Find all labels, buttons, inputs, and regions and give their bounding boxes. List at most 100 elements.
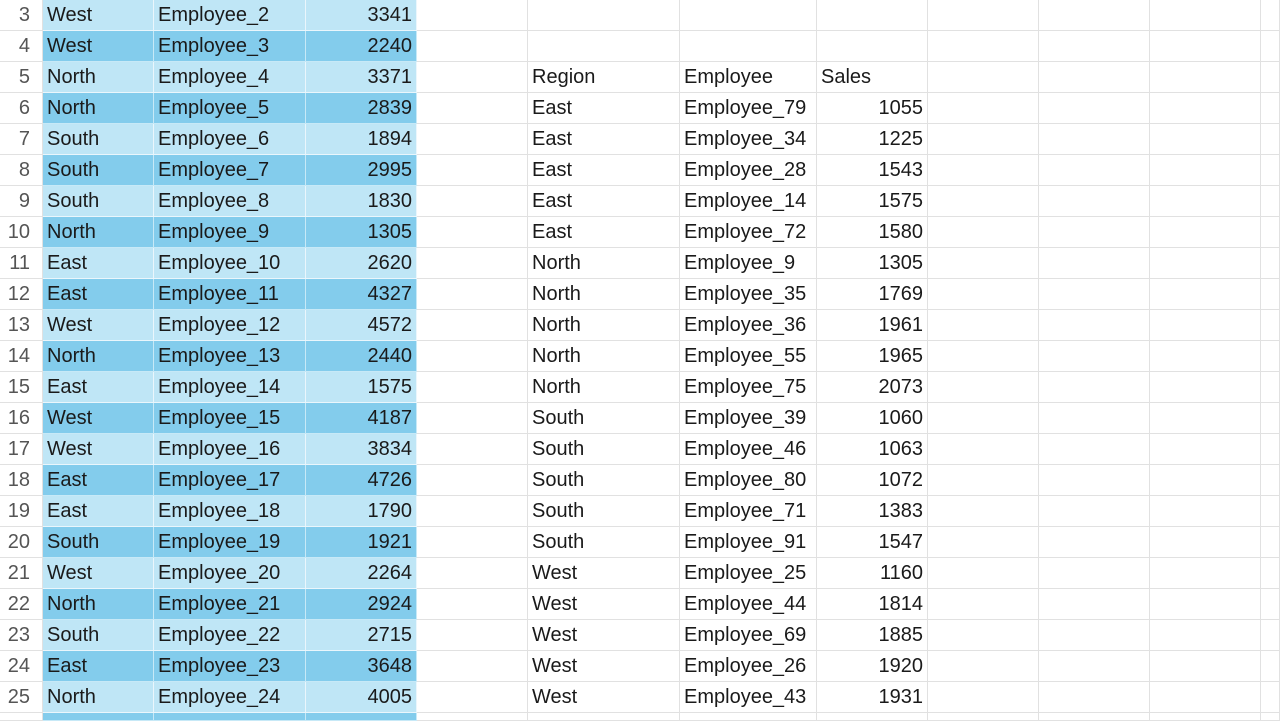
right-table-sales-cell[interactable]: 1160	[817, 558, 928, 589]
cell[interactable]	[928, 31, 1039, 62]
cell[interactable]	[1261, 248, 1280, 279]
cell[interactable]	[1039, 682, 1150, 713]
cell[interactable]	[1039, 496, 1150, 527]
left-table-sales-cell[interactable]: 2839	[306, 93, 417, 124]
cell[interactable]	[928, 682, 1039, 713]
cell[interactable]	[1150, 155, 1261, 186]
right-table-sales-cell[interactable]: 1060	[817, 403, 928, 434]
left-table-region-cell[interactable]: West	[43, 434, 154, 465]
row-header[interactable]: 6	[0, 93, 43, 124]
left-table-employee-cell[interactable]: Employee_16	[154, 434, 306, 465]
cell[interactable]	[417, 0, 528, 31]
cell[interactable]	[417, 310, 528, 341]
cell[interactable]	[928, 124, 1039, 155]
cell[interactable]	[1039, 31, 1150, 62]
cell[interactable]	[1039, 651, 1150, 682]
right-table-sales-cell[interactable]: 1225	[817, 124, 928, 155]
right-table-employee-cell[interactable]: Employee_14	[680, 186, 817, 217]
cell[interactable]	[1261, 465, 1280, 496]
row-header[interactable]: 13	[0, 310, 43, 341]
row-header[interactable]: 5	[0, 62, 43, 93]
cell[interactable]	[928, 93, 1039, 124]
left-table-region-cell[interactable]: West	[43, 558, 154, 589]
cell[interactable]	[928, 372, 1039, 403]
cell[interactable]	[1150, 279, 1261, 310]
left-table-sales-cell[interactable]: 4327	[306, 279, 417, 310]
cell[interactable]	[1039, 527, 1150, 558]
cell[interactable]	[1150, 124, 1261, 155]
left-table-employee-cell[interactable]: Employee_15	[154, 403, 306, 434]
right-table-region-cell[interactable]: East	[528, 155, 680, 186]
left-table-region-cell[interactable]: West	[43, 403, 154, 434]
cell[interactable]	[1039, 465, 1150, 496]
cell[interactable]	[1150, 248, 1261, 279]
right-table-sales-cell[interactable]: 1063	[817, 434, 928, 465]
cell[interactable]	[1150, 310, 1261, 341]
right-table-sales-cell[interactable]: 1961	[817, 310, 928, 341]
right-table-region-cell[interactable]: West	[528, 682, 680, 713]
cell[interactable]	[1150, 93, 1261, 124]
row-header[interactable]: 8	[0, 155, 43, 186]
left-table-region-cell[interactable]: South	[43, 186, 154, 217]
right-table-employee-cell[interactable]: Employee_36	[680, 310, 817, 341]
left-table-sales-cell[interactable]: 3341	[306, 0, 417, 31]
cell[interactable]	[928, 558, 1039, 589]
left-table-sales-cell[interactable]: 3648	[306, 651, 417, 682]
right-table-employee-cell[interactable]: Employee_35	[680, 279, 817, 310]
left-table-employee-cell[interactable]: Employee_7	[154, 155, 306, 186]
cell[interactable]	[1150, 403, 1261, 434]
left-table-sales-cell[interactable]: 4187	[306, 403, 417, 434]
cell[interactable]	[928, 279, 1039, 310]
right-table-sales-cell[interactable]: 1931	[817, 682, 928, 713]
cell[interactable]	[1150, 558, 1261, 589]
cell[interactable]	[417, 217, 528, 248]
right-table-region-cell[interactable]: South	[528, 496, 680, 527]
left-table-region-cell[interactable]: West	[43, 31, 154, 62]
row-header[interactable]: 24	[0, 651, 43, 682]
row-header[interactable]: 22	[0, 589, 43, 620]
left-table-sales-cell[interactable]: 1575	[306, 372, 417, 403]
cell[interactable]	[1039, 372, 1150, 403]
row-header[interactable]: 4	[0, 31, 43, 62]
right-table-region-cell[interactable]: North	[528, 248, 680, 279]
cell[interactable]	[417, 651, 528, 682]
cell[interactable]	[1261, 93, 1280, 124]
right-table-header-sales[interactable]: Sales	[817, 62, 928, 93]
right-table-sales-cell[interactable]: 1055	[817, 93, 928, 124]
right-table-sales-cell[interactable]: 1547	[817, 527, 928, 558]
right-table-header-region[interactable]: Region	[528, 62, 680, 93]
cell[interactable]	[1039, 589, 1150, 620]
cell[interactable]	[1261, 527, 1280, 558]
right-table-employee-cell[interactable]: Employee_39	[680, 403, 817, 434]
left-table-employee-cell[interactable]: Employee_14	[154, 372, 306, 403]
cell[interactable]	[928, 310, 1039, 341]
cell[interactable]	[1039, 558, 1150, 589]
row-header[interactable]: 10	[0, 217, 43, 248]
right-table-employee-cell[interactable]: Employee_28	[680, 155, 817, 186]
cell[interactable]	[1150, 217, 1261, 248]
cell[interactable]	[1261, 31, 1280, 62]
cell[interactable]	[528, 0, 680, 31]
cell[interactable]	[1261, 403, 1280, 434]
right-table-employee-cell[interactable]: Employee_46	[680, 434, 817, 465]
right-table-sales-cell[interactable]: 1814	[817, 589, 928, 620]
cell[interactable]	[417, 465, 528, 496]
left-table-employee-cell[interactable]: Employee_19	[154, 527, 306, 558]
left-table-sales-cell[interactable]: 3834	[306, 434, 417, 465]
right-table-employee-cell[interactable]: Employee_9	[680, 248, 817, 279]
row-header[interactable]: 19	[0, 496, 43, 527]
cell[interactable]	[1150, 527, 1261, 558]
cell[interactable]	[1150, 620, 1261, 651]
right-table-employee-cell[interactable]: Employee_75	[680, 372, 817, 403]
cell[interactable]	[1150, 496, 1261, 527]
right-table-region-cell[interactable]: South	[528, 527, 680, 558]
cell[interactable]	[1039, 310, 1150, 341]
right-table-sales-cell[interactable]: 1580	[817, 217, 928, 248]
cell[interactable]	[1150, 589, 1261, 620]
cell[interactable]	[1150, 186, 1261, 217]
cell[interactable]	[928, 155, 1039, 186]
row-header[interactable]: 14	[0, 341, 43, 372]
right-table-region-cell[interactable]: North	[528, 279, 680, 310]
left-table-region-cell[interactable]: East	[43, 465, 154, 496]
cell[interactable]	[1261, 155, 1280, 186]
